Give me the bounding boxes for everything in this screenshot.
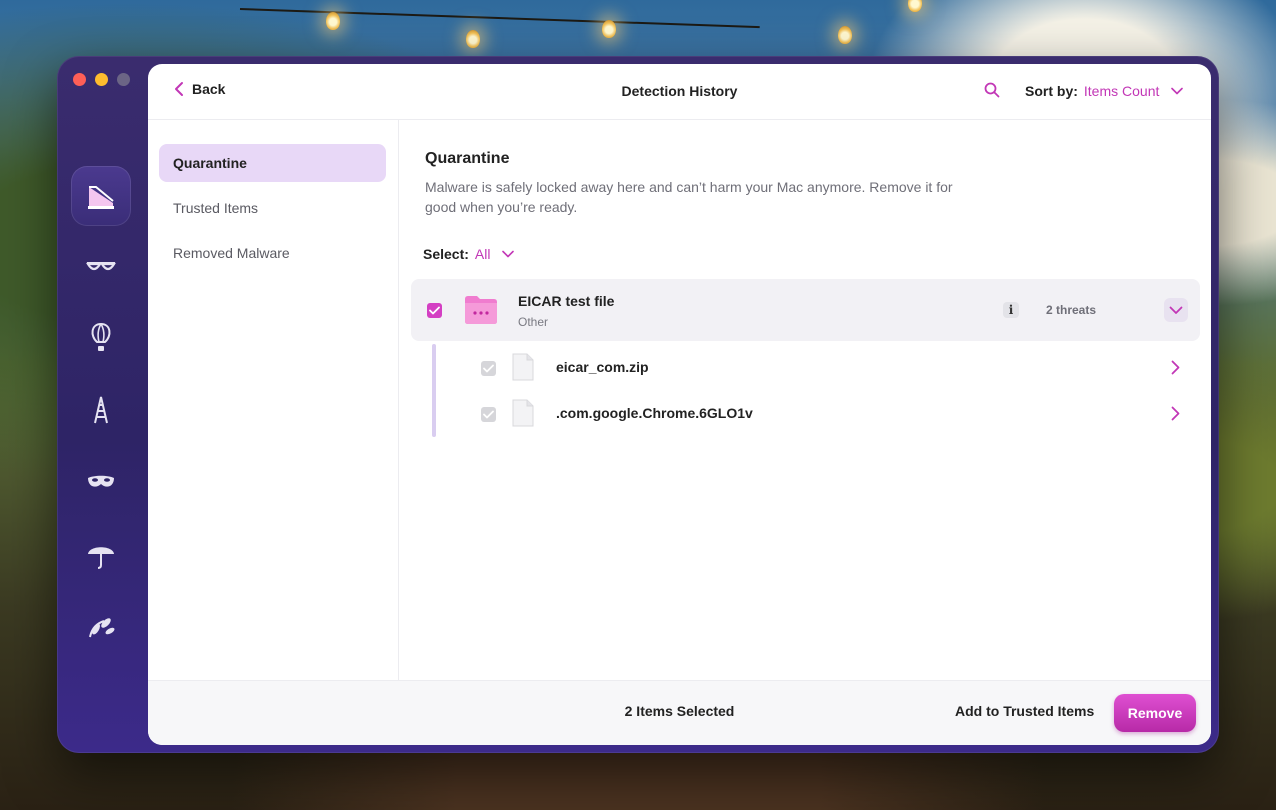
app-window: Back Detection History Sort by: Items Co… xyxy=(57,56,1219,753)
light-bulb xyxy=(838,26,852,44)
file-name: eicar_com.zip xyxy=(556,359,649,375)
sidebar-item-speed[interactable] xyxy=(71,308,131,368)
sort-value: Items Count xyxy=(1083,83,1160,99)
zoom-window-button[interactable] xyxy=(117,73,130,86)
toolbar: Back Detection History Sort by: Items Co… xyxy=(148,64,1211,120)
checkmark-icon xyxy=(483,364,494,373)
file-name: .com.google.Chrome.6GLO1v xyxy=(556,405,753,421)
main-panel: Back Detection History Sort by: Items Co… xyxy=(148,64,1211,745)
file-checkbox[interactable] xyxy=(481,407,496,422)
chevron-down-icon xyxy=(1171,87,1184,95)
sort-label: Sort by: xyxy=(1025,83,1078,99)
sidebar-item-cleanup[interactable] xyxy=(71,166,131,226)
sort-dropdown[interactable]: Sort by: Items Count xyxy=(1025,83,1184,99)
string-lights-wire xyxy=(239,8,760,29)
nav-item-trusted-items[interactable]: Trusted Items xyxy=(159,189,386,227)
list-item[interactable]: .com.google.Chrome.6GLO1v xyxy=(439,392,1199,436)
light-bulb xyxy=(908,0,922,12)
sidebar-item-shelter[interactable] xyxy=(71,524,131,584)
content-area: Quarantine Malware is safely locked away… xyxy=(399,120,1211,681)
action-footer: 2 Items Selected Add to Trusted Items Re… xyxy=(148,680,1211,745)
mask-icon xyxy=(88,475,114,487)
list-item[interactable]: eicar_com.zip xyxy=(439,346,1199,390)
search-icon xyxy=(984,82,1000,98)
select-dropdown[interactable]: Select: All xyxy=(423,246,515,262)
collapse-group-button[interactable] xyxy=(1164,298,1188,322)
glasses-icon xyxy=(86,262,116,271)
search-button[interactable] xyxy=(984,82,1000,103)
section-heading: Quarantine xyxy=(425,150,510,167)
chevron-down-icon xyxy=(1169,306,1183,314)
chevron-down-icon xyxy=(502,250,515,258)
threat-group-row[interactable]: EICAR test file Other i 2 threats xyxy=(411,279,1200,341)
light-bulb xyxy=(602,20,616,38)
document-icon xyxy=(512,399,534,427)
umbrella-icon xyxy=(88,547,114,569)
close-window-button[interactable] xyxy=(73,73,86,86)
group-checkbox[interactable] xyxy=(427,303,442,318)
ladder-icon xyxy=(94,396,108,424)
sidebar-item-protection[interactable] xyxy=(71,452,131,512)
checkmark-icon xyxy=(483,410,494,419)
checkmark-icon xyxy=(429,306,440,315)
group-category: Other xyxy=(518,315,549,329)
category-nav: Quarantine Trusted Items Removed Malware xyxy=(148,120,399,681)
select-label: Select: xyxy=(423,246,469,262)
leaves-icon xyxy=(89,618,115,638)
sidebar-item-privacy[interactable] xyxy=(71,236,131,296)
add-to-trusted-button[interactable]: Add to Trusted Items xyxy=(955,703,1094,719)
sidebar-item-extensions[interactable] xyxy=(71,596,131,656)
remove-button[interactable]: Remove xyxy=(1114,694,1196,732)
chevron-right-icon xyxy=(1171,406,1180,421)
info-icon[interactable]: i xyxy=(1003,302,1019,318)
chevron-right-icon xyxy=(1171,360,1180,375)
folder-icon xyxy=(465,296,497,324)
document-icon xyxy=(512,353,534,381)
balloon-icon xyxy=(91,322,111,351)
minimize-window-button[interactable] xyxy=(95,73,108,86)
group-name: EICAR test file xyxy=(518,293,615,309)
threat-count: 2 threats xyxy=(1046,303,1097,317)
light-bulb xyxy=(326,12,340,30)
nav-item-quarantine[interactable]: Quarantine xyxy=(159,144,386,182)
group-children-rail xyxy=(432,344,436,437)
file-checkbox[interactable] xyxy=(481,361,496,376)
section-description: Malware is safely locked away here and c… xyxy=(425,179,953,215)
sidebar-item-applications[interactable] xyxy=(71,380,131,440)
light-bulb xyxy=(466,30,480,48)
cleanup-icon xyxy=(88,186,114,209)
nav-item-removed-malware[interactable]: Removed Malware xyxy=(159,234,386,272)
select-value: All xyxy=(474,246,491,262)
